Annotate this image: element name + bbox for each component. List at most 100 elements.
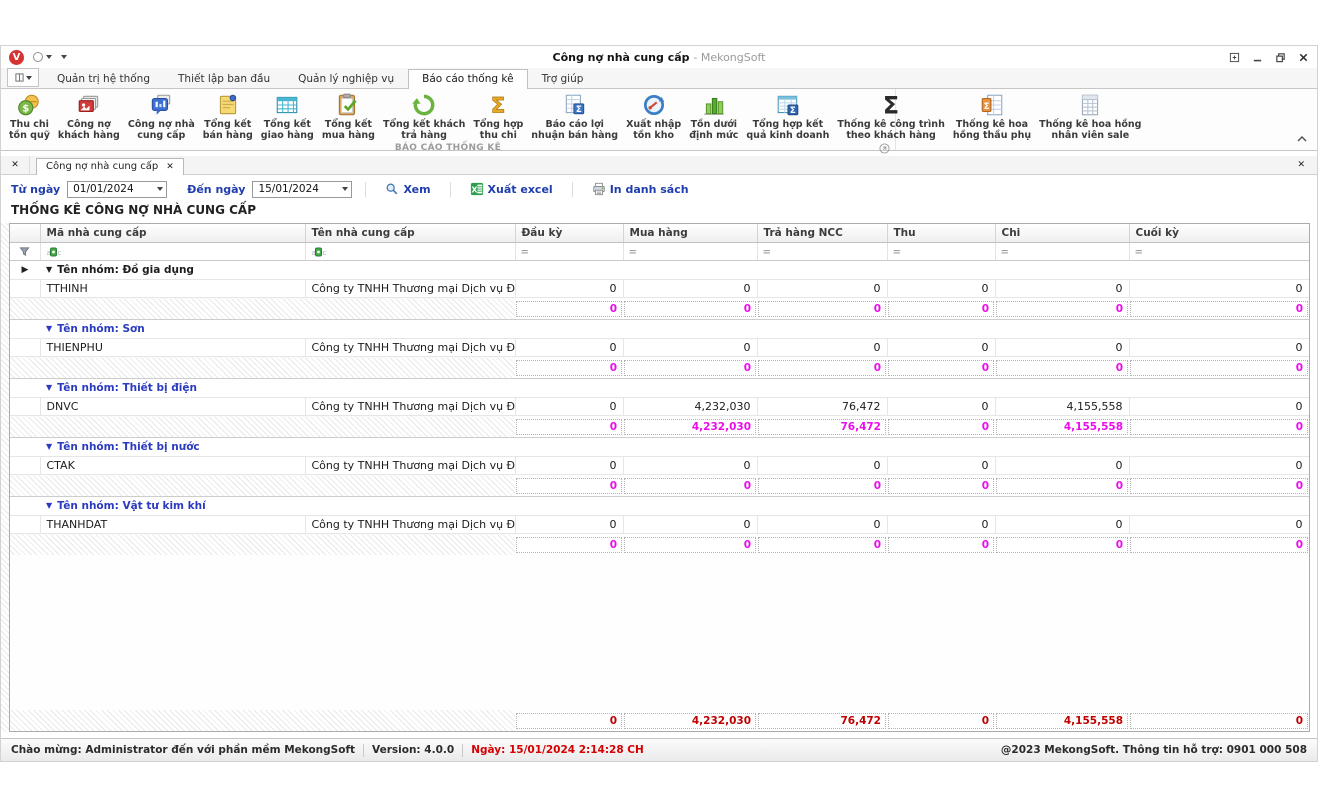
cell-amount[interactable]: 0 xyxy=(1129,398,1309,416)
tab-close-icon[interactable]: ✕ xyxy=(166,162,174,172)
filter-cell-chi[interactable]: = xyxy=(995,243,1129,261)
cell-supplier-name[interactable]: Công ty TNHH Thương mại Dịch vụ Điện nướ… xyxy=(305,339,515,357)
restore-button[interactable] xyxy=(1275,52,1286,63)
cell-amount[interactable]: 0 xyxy=(623,339,757,357)
cell-supplier-name[interactable]: Công ty TNHH Thương mại Dịch vụ Điện nướ… xyxy=(305,280,515,298)
ribbon-menu-button[interactable] xyxy=(7,68,39,87)
cell-amount[interactable]: 0 xyxy=(1129,457,1309,475)
filter-cell-mua-h-ng[interactable]: = xyxy=(623,243,757,261)
cell-amount[interactable]: 0 xyxy=(515,398,623,416)
filter-cell-name[interactable]: ac xyxy=(305,243,515,261)
cell-supplier-name[interactable]: Công ty TNHH Thương mại Dịch vụ Điện nướ… xyxy=(305,398,515,416)
ribbon-button-t-ng-k-t-mua-h-ng[interactable]: Tổng kếtmua hàng xyxy=(318,91,379,142)
cell-amount[interactable]: 0 xyxy=(515,516,623,534)
ribbon-button-th-ng-k-c-ng-tr-nh-theo-kh-ch-h-ng[interactable]: ΣThống kê công trìnhtheo khách hàng xyxy=(833,91,949,142)
collapse-triangle-icon[interactable]: ▼ xyxy=(46,442,52,451)
cell-amount[interactable]: 0 xyxy=(757,516,887,534)
column-header-thu[interactable]: Thu xyxy=(887,224,995,243)
close-all-tabs-button[interactable]: ✕ xyxy=(1,156,30,174)
minimize-button[interactable] xyxy=(1252,52,1263,63)
calendar-dropdown-icon[interactable] xyxy=(342,187,348,191)
column-header-u-k[interactable]: Đầu kỳ xyxy=(515,224,623,243)
ribbon-button-th-ng-k-hoa-h-ng-nh-n-vi-n-sale[interactable]: Thống kê hoa hồngnhân viên sale xyxy=(1035,91,1145,142)
quick-access-customize-button[interactable] xyxy=(61,55,67,59)
ribbon-button-xu-t-nh-p-t-n-kho[interactable]: Xuất nhậptồn kho xyxy=(622,91,685,142)
cell-supplier-name[interactable]: Công ty TNHH Thương mại Dịch vụ Điện nướ… xyxy=(305,516,515,534)
cell-amount[interactable]: 0 xyxy=(995,457,1129,475)
ribbon-button-t-ng-h-p-thu-chi[interactable]: ΣTổng hợpthu chi xyxy=(469,91,527,142)
filter-cell-tr-h-ng-ncc[interactable]: = xyxy=(757,243,887,261)
cell-amount[interactable]: 0 xyxy=(515,457,623,475)
cell-amount[interactable]: 0 xyxy=(757,339,887,357)
column-header-m-nh-cung-c-p[interactable]: Mã nhà cung cấp xyxy=(40,224,305,243)
ribbon-button-c-ng-n-kh-ch-h-ng[interactable]: Công nợkhách hàng xyxy=(54,91,124,142)
ribbon-tab-thi-t-l-p-ban-u[interactable]: Thiết lập ban đầu xyxy=(164,69,284,88)
cell-supplier-code[interactable]: CTAK xyxy=(40,457,305,475)
cell-amount[interactable]: 0 xyxy=(887,339,995,357)
column-header-chi[interactable]: Chi xyxy=(995,224,1129,243)
ribbon-button-t-ng-k-t-giao-h-ng[interactable]: Tổng kếtgiao hàng xyxy=(257,91,318,142)
cell-amount[interactable]: 0 xyxy=(757,457,887,475)
group-header-t-n-nh-m-thi-t-b-n-c[interactable]: ▼Tên nhóm: Thiết bị nước xyxy=(40,438,1309,457)
filter-cell-cu-i-k[interactable]: = xyxy=(1129,243,1309,261)
cell-amount[interactable]: 0 xyxy=(623,516,757,534)
ribbon-button-b-o-c-o-l-i-nhu-n-b-n-h-ng[interactable]: ΣBáo cáo lợinhuận bán hàng xyxy=(527,91,622,142)
cell-amount[interactable]: 0 xyxy=(623,280,757,298)
group-header-t-n-nh-m-s-n[interactable]: ▼Tên nhóm: Sơn xyxy=(40,320,1309,339)
group-header-t-n-nh-m-v-t-t-kim-kh[interactable]: ▼Tên nhóm: Vật tư kim khí xyxy=(40,497,1309,516)
group-header-t-n-nh-m-thi-t-b-i-n[interactable]: ▼Tên nhóm: Thiết bị điện xyxy=(40,379,1309,398)
ribbon-button-th-ng-k-hoa-h-ng-th-u-ph[interactable]: ΣThống kê hoahồng thầu phụ xyxy=(949,91,1035,142)
ribbon-display-options-button[interactable] xyxy=(1229,52,1240,63)
cell-supplier-code[interactable]: THANHDAT xyxy=(40,516,305,534)
cell-supplier-name[interactable]: Công ty TNHH Thương mại Dịch vụ Điện nướ… xyxy=(305,457,515,475)
from-date-input[interactable]: 01/01/2024 xyxy=(67,181,167,198)
cell-amount[interactable]: 0 xyxy=(995,280,1129,298)
cell-amount[interactable]: 0 xyxy=(1129,516,1309,534)
ribbon-button-c-ng-n-nh-cung-c-p[interactable]: Công nợ nhàcung cấp xyxy=(124,91,199,142)
ribbon-tab-qu-n-l-nghi-p-v[interactable]: Quản lý nghiệp vụ xyxy=(284,69,408,88)
cell-amount[interactable]: 0 xyxy=(757,280,887,298)
filter-cell-thu[interactable]: = xyxy=(887,243,995,261)
group-header-t-n-nh-m-gia-d-ng[interactable]: ▼Tên nhóm: Đồ gia dụng xyxy=(40,261,1309,280)
group-dialog-launcher-button[interactable] xyxy=(879,143,890,154)
cell-supplier-code[interactable]: TTHINH xyxy=(40,280,305,298)
ribbon-button-t-n-d-i-nh-m-c[interactable]: Tồn dướiđịnh mức xyxy=(685,91,742,142)
ribbon-button-t-ng-k-t-kh-ch-tr-h-ng[interactable]: Tổng kết kháchtrả hàng xyxy=(379,91,469,142)
ribbon-tab-tr-gi-p[interactable]: Trợ giúp xyxy=(528,69,598,88)
cell-amount[interactable]: 0 xyxy=(887,516,995,534)
filter-cell-u-k[interactable]: = xyxy=(515,243,623,261)
collapse-triangle-icon[interactable]: ▼ xyxy=(46,324,52,333)
cell-amount[interactable]: 4,232,030 xyxy=(623,398,757,416)
column-header-tr-h-ng-ncc[interactable]: Trả hàng NCC xyxy=(757,224,887,243)
close-document-button[interactable]: ✕ xyxy=(1297,160,1317,170)
to-date-input[interactable]: 15/01/2024 xyxy=(252,181,352,198)
ribbon-button-t-ng-h-p-k-t-qu-kinh-doanh[interactable]: ΣTổng hợp kếtquả kinh doanh xyxy=(742,91,833,142)
column-header-t-n-nh-cung-c-p[interactable]: Tên nhà cung cấp xyxy=(305,224,515,243)
cell-supplier-code[interactable]: THIENPHU xyxy=(40,339,305,357)
ribbon-button-thu-chi-t-n-qu[interactable]: $Thu chitồn quỹ xyxy=(5,91,54,142)
filter-cell-code[interactable]: ac xyxy=(40,243,305,261)
column-header-cu-i-k[interactable]: Cuối kỳ xyxy=(1129,224,1309,243)
export-excel-button[interactable]: X Xuất excel xyxy=(464,182,559,196)
cell-amount[interactable]: 0 xyxy=(515,280,623,298)
cell-amount[interactable]: 0 xyxy=(995,339,1129,357)
cell-amount[interactable]: 4,155,558 xyxy=(995,398,1129,416)
cell-amount[interactable]: 0 xyxy=(515,339,623,357)
cell-amount[interactable]: 0 xyxy=(1129,280,1309,298)
collapse-triangle-icon[interactable]: ▼ xyxy=(46,501,52,510)
cell-amount[interactable]: 0 xyxy=(887,457,995,475)
cell-amount[interactable]: 0 xyxy=(1129,339,1309,357)
collapse-triangle-icon[interactable]: ▼ xyxy=(46,265,52,274)
collapse-ribbon-button[interactable] xyxy=(1297,127,1307,146)
ribbon-button-t-ng-k-t-b-n-h-ng[interactable]: Tổng kếtbán hàng xyxy=(199,91,257,142)
cell-amount[interactable]: 0 xyxy=(887,280,995,298)
calendar-dropdown-icon[interactable] xyxy=(157,187,163,191)
quick-access-record-button[interactable] xyxy=(33,52,52,62)
column-header-mua-h-ng[interactable]: Mua hàng xyxy=(623,224,757,243)
cell-amount[interactable]: 76,472 xyxy=(757,398,887,416)
ribbon-tab-b-o-c-o-th-ng-k[interactable]: Báo cáo thống kê xyxy=(408,69,527,89)
cell-amount[interactable]: 0 xyxy=(887,398,995,416)
collapse-triangle-icon[interactable]: ▼ xyxy=(46,383,52,392)
view-button[interactable]: Xem xyxy=(379,182,436,196)
cell-supplier-code[interactable]: DNVC xyxy=(40,398,305,416)
